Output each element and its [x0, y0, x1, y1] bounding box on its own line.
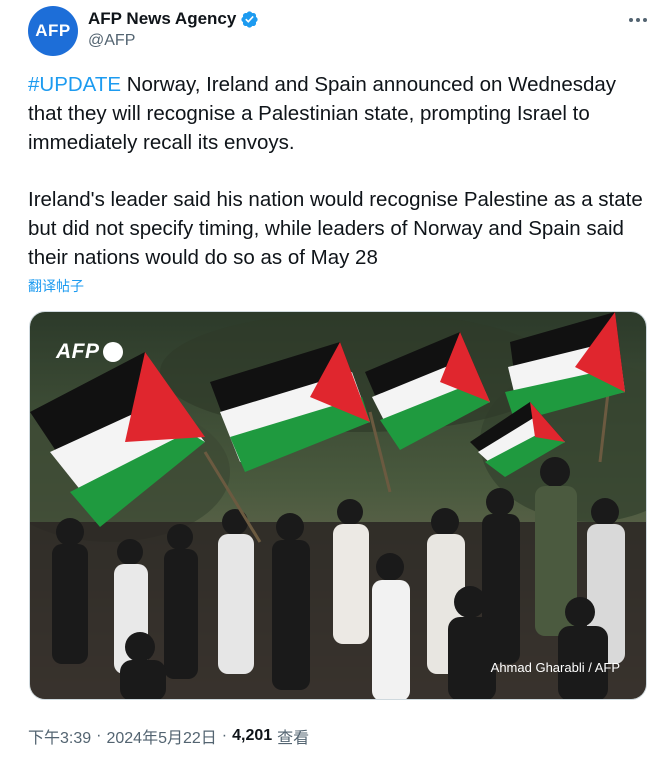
meta-separator: ·	[96, 727, 102, 744]
watermark-text: AFP	[56, 340, 100, 363]
translate-post-link[interactable]: 翻译帖子	[28, 276, 84, 296]
more-dot	[636, 18, 640, 22]
hashtag-link[interactable]: #UPDATE	[28, 73, 121, 96]
author-name-row[interactable]: AFP News Agency	[88, 8, 259, 30]
tweet-paragraph-1: #UPDATE Norway, Ireland and Spain announ…	[28, 71, 648, 157]
author-display-name[interactable]: AFP News Agency	[88, 8, 236, 30]
photo-illustration	[30, 312, 646, 699]
afp-watermark: AFP	[56, 340, 123, 364]
watermark-dot-icon	[102, 342, 123, 362]
verified-badge-icon	[241, 10, 258, 28]
meta-separator: ·	[221, 727, 228, 744]
tweet-photo[interactable]: AFP Ahmad Gharabli / AFP	[29, 311, 647, 700]
avatar[interactable]: AFP	[28, 6, 78, 56]
more-dot	[629, 18, 633, 22]
photo-credit: Ahmad Gharabli / AFP	[490, 660, 620, 675]
tweet-text: #UPDATE Norway, Ireland and Spain announ…	[28, 71, 648, 273]
tweet-meta: 下午3:39 · 2024年5月22日 · 4,201 查看	[28, 724, 309, 748]
author-handle[interactable]: @AFP	[88, 30, 259, 52]
views-label: 查看	[277, 730, 310, 747]
tweet-date[interactable]: 2024年5月22日	[106, 724, 216, 748]
author-block: AFP News Agency @AFP	[88, 8, 259, 52]
tweet-time[interactable]: 下午3:39	[28, 724, 91, 748]
more-dot	[643, 18, 647, 22]
views-count: 4,201	[232, 727, 273, 744]
more-horizontal-icon[interactable]	[626, 8, 650, 32]
tweet-paragraph-2: Ireland's leader said his nation would r…	[28, 188, 643, 269]
tweet-header: AFP AFP News Agency @AFP	[28, 6, 650, 58]
